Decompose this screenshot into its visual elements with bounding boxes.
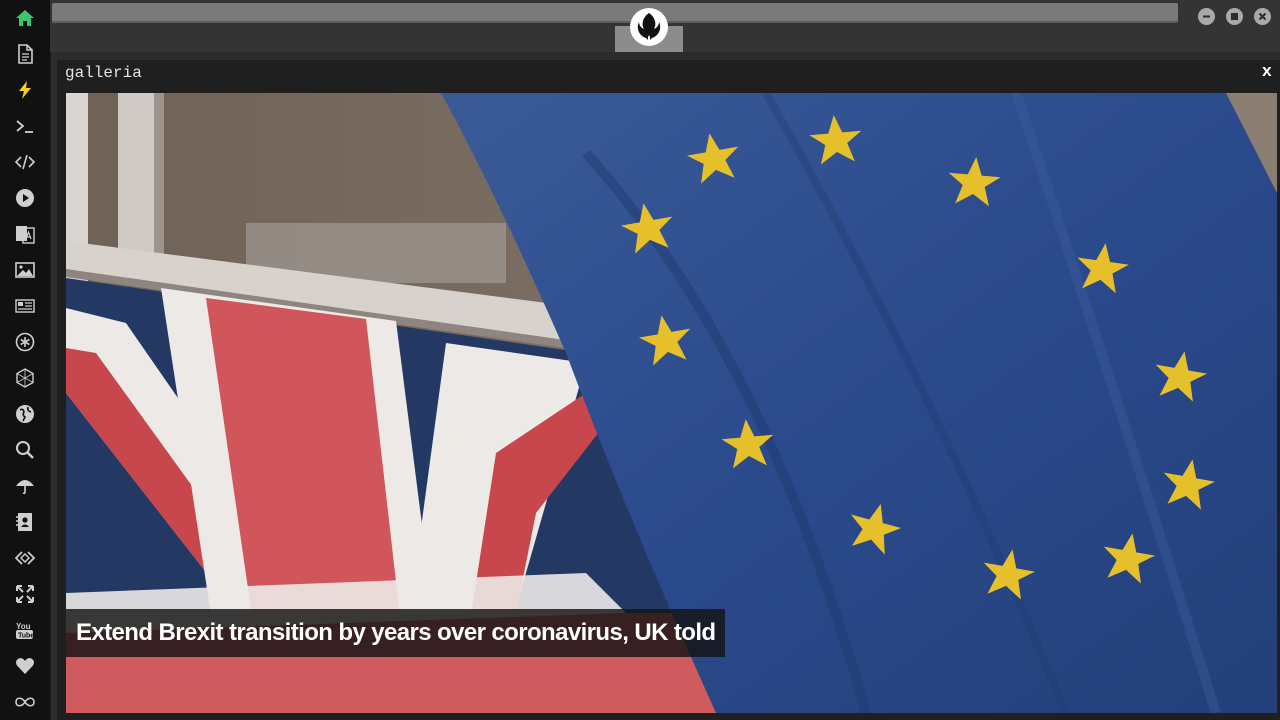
sidebar: You Tube xyxy=(0,0,51,720)
play-icon[interactable] xyxy=(11,186,39,210)
home-icon[interactable] xyxy=(11,6,39,30)
diamond-code-icon[interactable] xyxy=(11,546,39,570)
umbrella-icon[interactable] xyxy=(11,474,39,498)
minimize-icon[interactable] xyxy=(1198,8,1215,25)
image-icon[interactable] xyxy=(11,258,39,282)
code-icon[interactable] xyxy=(11,150,39,174)
infinity-icon[interactable] xyxy=(11,690,39,714)
newspaper-icon[interactable] xyxy=(11,294,39,318)
youtube-icon[interactable]: You Tube xyxy=(11,618,39,642)
search-icon[interactable] xyxy=(11,438,39,462)
gallery-image[interactable]: Extend Brexit transition by years over c… xyxy=(66,93,1277,713)
contact-icon[interactable] xyxy=(11,510,39,534)
rebel-alliance-icon[interactable] xyxy=(630,8,668,46)
lightning-icon[interactable] xyxy=(11,78,39,102)
document-icon[interactable] xyxy=(11,42,39,66)
terminal-icon[interactable] xyxy=(11,114,39,138)
svg-text:Tube: Tube xyxy=(18,633,34,640)
gallery-panel: galleria x Extend Brexit transition by y… xyxy=(57,60,1280,720)
translate-icon[interactable] xyxy=(11,222,39,246)
svg-text:You: You xyxy=(16,622,31,631)
heart-icon[interactable] xyxy=(11,654,39,678)
globe-icon[interactable] xyxy=(11,402,39,426)
maximize-icon[interactable] xyxy=(1226,8,1243,25)
panel-title: galleria xyxy=(65,64,142,82)
address-bar[interactable] xyxy=(52,3,1178,23)
hexagon-icon[interactable] xyxy=(11,366,39,390)
top-bar xyxy=(50,0,1280,52)
panel-close-button[interactable]: x xyxy=(1262,63,1272,82)
close-icon[interactable] xyxy=(1254,8,1271,25)
asterisk-icon[interactable] xyxy=(11,330,39,354)
expand-icon[interactable] xyxy=(11,582,39,606)
image-caption: Extend Brexit transition by years over c… xyxy=(66,609,726,657)
